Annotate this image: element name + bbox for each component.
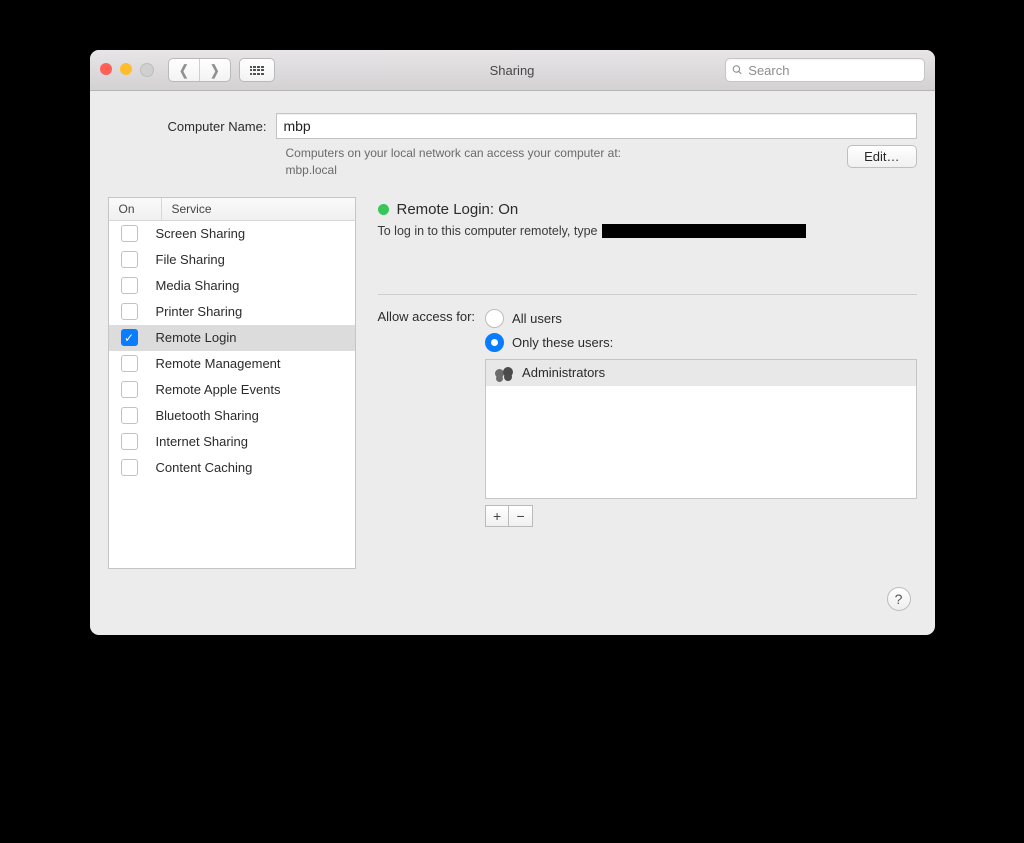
- service-row[interactable]: Remote Apple Events: [109, 377, 355, 403]
- user-add-remove: + −: [485, 505, 916, 527]
- forward-button[interactable]: ❯: [199, 59, 230, 81]
- service-checkbox[interactable]: [121, 225, 138, 242]
- login-instruction-text: To log in to this computer remotely, typ…: [378, 224, 598, 238]
- search-field[interactable]: [725, 58, 925, 82]
- hint-line1: Computers on your local network can acce…: [286, 145, 621, 162]
- col-on: On: [109, 198, 162, 220]
- access-options: All users Only these users: Administrato…: [485, 307, 916, 527]
- option-only-label: Only these users:: [512, 335, 613, 350]
- chevron-left-icon: ❮: [179, 62, 188, 79]
- service-row[interactable]: Media Sharing: [109, 273, 355, 299]
- service-checkbox[interactable]: [121, 407, 138, 424]
- redacted-ssh-address: [602, 224, 806, 238]
- computer-name-input[interactable]: [276, 113, 916, 139]
- status-indicator-icon: [378, 204, 389, 215]
- service-label: Screen Sharing: [156, 226, 246, 241]
- user-name: Administrators: [522, 365, 605, 380]
- service-label: Media Sharing: [156, 278, 240, 293]
- computer-name-hint: Computers on your local network can acce…: [286, 145, 917, 179]
- service-row[interactable]: Internet Sharing: [109, 429, 355, 455]
- service-label: Internet Sharing: [156, 434, 249, 449]
- service-label: File Sharing: [156, 252, 225, 267]
- content-area: Computer Name: Computers on your local n…: [90, 91, 935, 635]
- chevron-right-icon: ❯: [210, 62, 219, 79]
- service-row[interactable]: Remote Management: [109, 351, 355, 377]
- status-title: Remote Login: On: [397, 201, 519, 218]
- main-panel: On Service Screen Sharing File Sharing Med…: [108, 197, 917, 581]
- add-user-button[interactable]: +: [485, 505, 509, 527]
- service-checkbox[interactable]: [121, 381, 138, 398]
- service-row[interactable]: Content Caching: [109, 455, 355, 481]
- service-checkbox[interactable]: [121, 277, 138, 294]
- search-icon: [732, 64, 743, 76]
- service-row[interactable]: ✓ Remote Login: [109, 325, 355, 351]
- sharing-preferences-window: ❮ ❯ Sharing Computer Name: Computers on …: [90, 50, 935, 635]
- service-label: Printer Sharing: [156, 304, 243, 319]
- footer: ?: [108, 581, 917, 623]
- service-label: Remote Management: [156, 356, 281, 371]
- service-checkbox[interactable]: [121, 251, 138, 268]
- option-all-label: All users: [512, 311, 562, 326]
- service-label: Bluetooth Sharing: [156, 408, 259, 423]
- nav-back-forward: ❮ ❯: [168, 58, 231, 82]
- service-checkbox[interactable]: [121, 459, 138, 476]
- access-section: Allow access for: All users Only these u…: [378, 307, 917, 527]
- service-row[interactable]: Printer Sharing: [109, 299, 355, 325]
- grid-icon: [250, 66, 264, 75]
- traffic-lights: [100, 63, 154, 77]
- help-button[interactable]: ?: [887, 587, 911, 611]
- section-divider: [378, 294, 917, 295]
- access-label: Allow access for:: [378, 309, 476, 324]
- service-checkbox[interactable]: ✓: [121, 329, 138, 346]
- login-instruction: To log in to this computer remotely, typ…: [378, 224, 917, 238]
- zoom-window-button: [140, 63, 154, 77]
- computer-name-row: Computer Name:: [168, 113, 917, 139]
- close-window-button[interactable]: [100, 63, 112, 75]
- services-header: On Service: [109, 198, 355, 221]
- option-all-users[interactable]: All users: [485, 307, 916, 331]
- minimize-window-button[interactable]: [120, 63, 132, 75]
- titlebar: ❮ ❯ Sharing: [90, 50, 935, 91]
- remove-user-button[interactable]: −: [509, 505, 533, 527]
- radio-only-users[interactable]: [485, 333, 504, 352]
- users-group-icon: [494, 366, 514, 380]
- service-status: Remote Login: On: [378, 201, 917, 218]
- computer-name-label: Computer Name:: [168, 119, 267, 134]
- service-row[interactable]: File Sharing: [109, 247, 355, 273]
- service-row[interactable]: Screen Sharing: [109, 221, 355, 247]
- service-row[interactable]: Bluetooth Sharing: [109, 403, 355, 429]
- radio-all-users[interactable]: [485, 309, 504, 328]
- service-checkbox[interactable]: [121, 433, 138, 450]
- service-label: Content Caching: [156, 460, 253, 475]
- user-list[interactable]: Administrators: [485, 359, 916, 499]
- edit-button[interactable]: Edit…: [847, 145, 916, 168]
- show-all-button[interactable]: [239, 58, 275, 82]
- hint-line2: mbp.local: [286, 162, 621, 179]
- back-button[interactable]: ❮: [169, 59, 199, 81]
- services-table: On Service Screen Sharing File Sharing Med…: [108, 197, 356, 569]
- service-label: Remote Apple Events: [156, 382, 281, 397]
- search-input[interactable]: [746, 62, 917, 79]
- service-detail: Remote Login: On To log in to this compu…: [378, 197, 917, 527]
- service-checkbox[interactable]: [121, 303, 138, 320]
- service-checkbox[interactable]: [121, 355, 138, 372]
- col-service: Service: [162, 202, 212, 216]
- user-row[interactable]: Administrators: [486, 360, 915, 386]
- service-label: Remote Login: [156, 330, 237, 345]
- option-only-users[interactable]: Only these users:: [485, 331, 916, 355]
- services-body: Screen Sharing File Sharing Media Sharing P…: [109, 221, 355, 568]
